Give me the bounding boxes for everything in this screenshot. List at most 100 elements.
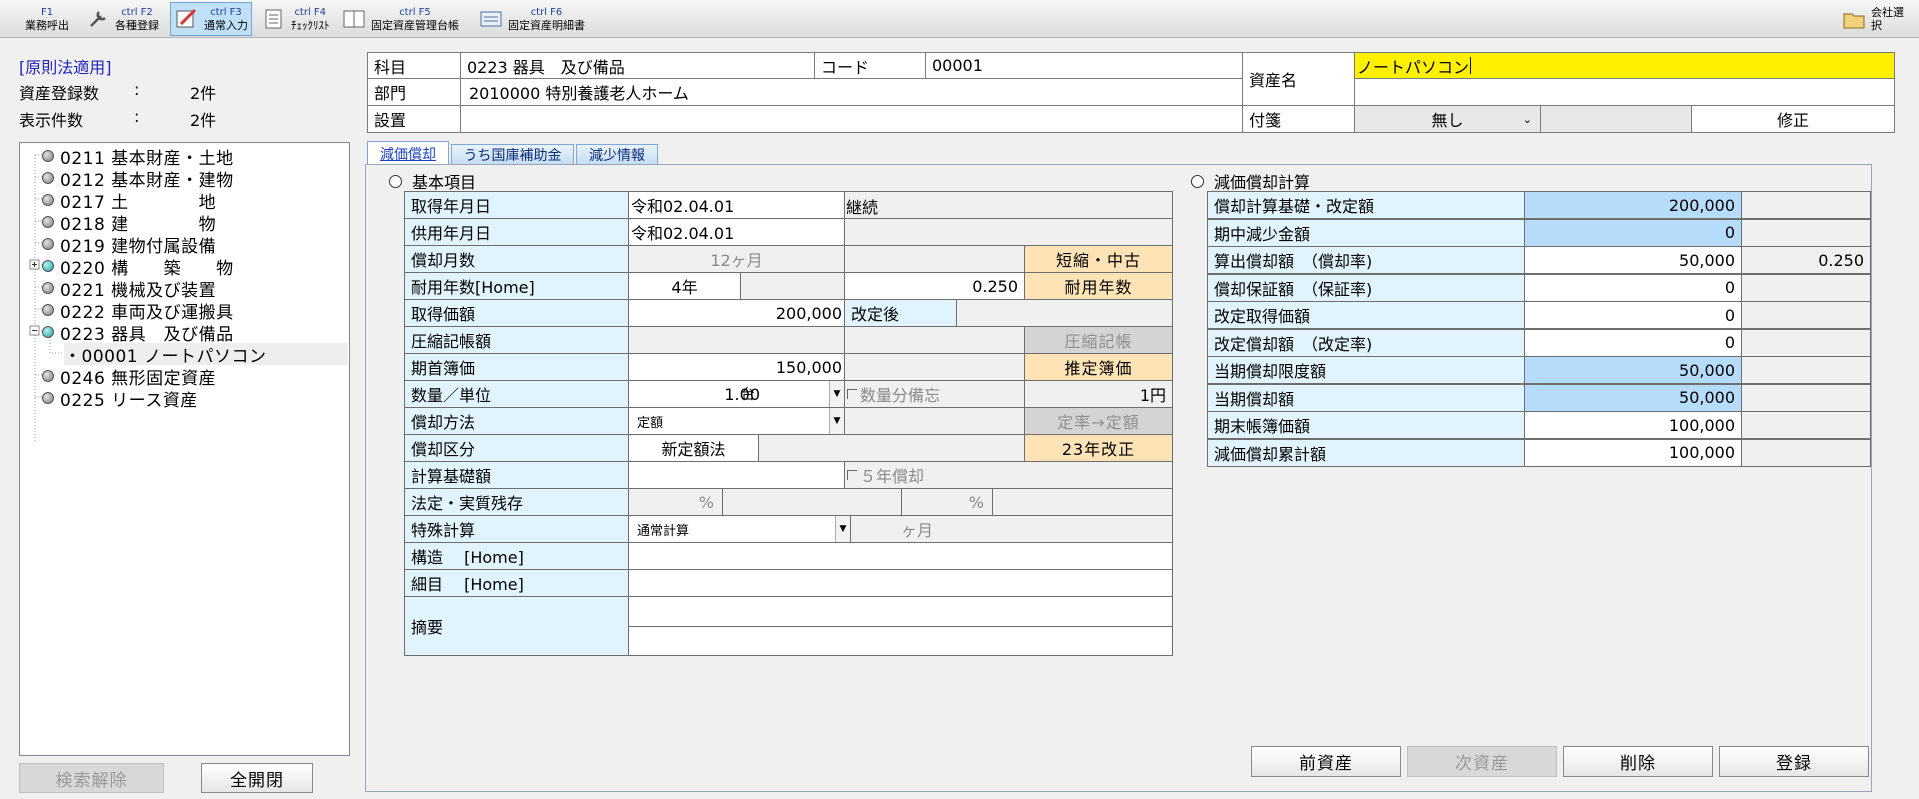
calc-row-value[interactable]: 0 <box>1524 328 1742 357</box>
toolbar-f5-button[interactable]: ctrl F5 固定資産管理台帳 <box>338 2 462 36</box>
special-months-field[interactable]: ヶ月 <box>850 515 1173 543</box>
tab-decrease[interactable]: 減少情報 <box>576 144 658 165</box>
shortcut-key: F1 <box>40 7 54 18</box>
form-icon <box>478 7 504 31</box>
shorten-used-button[interactable]: 短縮・中古 <box>1024 245 1173 273</box>
calc-row-value[interactable]: 0 <box>1524 273 1742 302</box>
code-field[interactable]: 00001 <box>925 52 1243 79</box>
setchi-field[interactable] <box>460 105 1243 133</box>
tree-node-0212[interactable]: 0212 基本財産・建物 <box>42 167 234 191</box>
base-amount-input[interactable] <box>628 461 845 489</box>
life-input[interactable]: 4年 <box>628 272 741 300</box>
prev-asset-button[interactable]: 前資産 <box>1251 746 1401 777</box>
tree-node-0223[interactable]: 0223 器具 及び備品 <box>42 321 234 345</box>
calc-row-extra <box>1741 356 1871 384</box>
one-yen-value: 1円 <box>1024 380 1173 408</box>
tree-node-0217[interactable]: 0217 土 地 <box>42 189 216 213</box>
shisan-name-field-2[interactable] <box>1354 78 1895 106</box>
tree-node-0222[interactable]: 0222 車両及び運搬具 <box>42 299 234 323</box>
toolbar-f1-button[interactable]: F1 業務呼出 <box>22 2 72 36</box>
tree-node-00001[interactable]: ・00001 ノートパソコン <box>64 343 348 367</box>
toolbar-f6-button[interactable]: ctrl F6 固定資産明細書 <box>475 2 588 36</box>
node-icon <box>42 282 54 294</box>
calc-row-value[interactable]: 200,000 <box>1524 191 1742 219</box>
calc-row-value[interactable]: 50,000 <box>1524 383 1742 412</box>
compress-value <box>628 326 845 354</box>
calc-row-value[interactable]: 50,000 <box>1524 246 1742 274</box>
kamoku-field[interactable]: 0223 器具 及び備品 <box>460 52 815 79</box>
qty-memo-checkbox[interactable]: 数量分備忘 <box>844 380 1025 408</box>
structure-label: 構造 [Home] <box>404 542 629 570</box>
text-caret <box>1470 57 1472 74</box>
calc-row-value[interactable]: 100,000 <box>1524 438 1742 467</box>
calc-row-value[interactable]: 100,000 <box>1524 411 1742 439</box>
tree-node-0211[interactable]: 0211 基本財産・土地 <box>42 145 234 169</box>
tools-icon <box>85 7 111 31</box>
fusen-select[interactable]: 無し ⌄ <box>1354 105 1541 133</box>
calc-row-extra <box>1741 301 1871 329</box>
residual-legal-amount[interactable] <box>722 488 902 516</box>
residual-actual-amount[interactable] <box>992 488 1173 516</box>
life-blank <box>740 272 845 300</box>
shisan-name-input[interactable]: ノートパソコン <box>1354 52 1895 79</box>
tab-depreciation[interactable]: 減価償却 <box>367 141 449 166</box>
after-revision-field[interactable] <box>956 299 1173 327</box>
life-label: 耐用年数[Home] <box>404 272 629 300</box>
toolbar-f3-button[interactable]: ctrl F3 通常入力 <box>170 2 252 36</box>
residual-legal-pct[interactable]: % <box>628 488 723 516</box>
calc-row-value[interactable]: 0 <box>1524 301 1742 329</box>
asset-tree[interactable]: 0211 基本財産・土地 0212 基本財産・建物 0217 土 地 0218 … <box>19 142 350 756</box>
tree-node-0246[interactable]: 0246 無形固定資産 <box>42 365 216 389</box>
life-years-button[interactable]: 耐用年数 <box>1024 272 1173 300</box>
tree-node-0219[interactable]: 0219 建物付属設備 <box>42 233 216 257</box>
bumon-field[interactable]: 2010000 特別養護老人ホーム <box>460 78 1243 106</box>
compress-button[interactable]: 圧縮記帳 <box>1024 326 1173 354</box>
summary-input-2[interactable] <box>628 626 1173 656</box>
toolbar-f4-button[interactable]: ctrl F4 ﾁｪｯｸﾘｽﾄ <box>258 2 333 36</box>
delete-button[interactable]: 削除 <box>1563 746 1713 777</box>
acq-date-input[interactable]: 令和02.04.01 <box>628 191 845 219</box>
begin-book-input[interactable]: 150,000 <box>628 353 845 381</box>
structure-input[interactable] <box>628 542 1173 570</box>
rate-to-fixed-button[interactable]: 定率→定額 <box>1024 407 1173 435</box>
revision-23-button[interactable]: 23年改正 <box>1024 434 1173 462</box>
book-icon <box>341 7 367 31</box>
summary-input-1[interactable] <box>628 596 1173 627</box>
chevron-down-icon[interactable]: ▼ <box>829 381 844 407</box>
method-select[interactable]: 定額 ▼ <box>628 407 845 435</box>
residual-actual-pct[interactable]: % <box>901 488 993 516</box>
fusen-label: 付箋 <box>1242 105 1355 133</box>
search-clear-button[interactable]: 検索解除 <box>19 763 164 793</box>
special-calc-select[interactable]: 通常計算 ▼ <box>628 515 851 543</box>
detail-label: 細目 [Home] <box>404 569 629 597</box>
company-select-button[interactable]: 会社選択 <box>1838 2 1914 36</box>
calc-row-value[interactable]: 0 <box>1524 218 1742 247</box>
qty-unit-input[interactable]: 1.00 台 ▼ <box>628 380 845 408</box>
register-button[interactable]: 登録 <box>1719 746 1869 777</box>
use-date-input[interactable]: 令和02.04.01 <box>628 218 845 246</box>
tree-node-0225[interactable]: 0225 リース資産 <box>42 387 198 411</box>
kubun-value[interactable]: 新定額法 <box>628 434 759 462</box>
shortcut-key: ctrl F3 <box>210 7 242 18</box>
toolbar-f2-button[interactable]: ctrl F2 各種登録 <box>82 2 162 36</box>
calc-row-label: 期末帳簿価額 <box>1207 411 1525 439</box>
expand-all-button[interactable]: 全開閉 <box>201 763 313 793</box>
tree-node-0220[interactable]: 0220 構 築 物 <box>42 255 234 279</box>
calc-row-label: 当期償却額 <box>1207 383 1525 412</box>
five-year-checkbox[interactable]: ５年償却 <box>844 461 1173 489</box>
cost-input[interactable]: 200,000 <box>628 299 845 327</box>
tree-node-0221[interactable]: 0221 機械及び装置 <box>42 277 216 301</box>
estimate-book-button[interactable]: 推定簿価 <box>1024 353 1173 381</box>
detail-input[interactable] <box>628 569 1173 597</box>
calc-row-value[interactable]: 50,000 <box>1524 356 1742 384</box>
folder-icon <box>1841 7 1867 31</box>
fusen-color-field[interactable] <box>1540 105 1692 133</box>
tree-node-0218[interactable]: 0218 建 物 <box>42 211 216 235</box>
method-blank <box>844 407 1025 435</box>
calc-row-label: 期中減少金額 <box>1207 218 1525 247</box>
next-asset-button[interactable]: 次資産 <box>1407 746 1557 777</box>
code-label: コード <box>814 52 926 79</box>
calc-row-extra <box>1741 273 1871 302</box>
tab-subsidy[interactable]: うち国庫補助金 <box>451 144 574 165</box>
calc-row-label: 減価償却累計額 <box>1207 438 1525 467</box>
